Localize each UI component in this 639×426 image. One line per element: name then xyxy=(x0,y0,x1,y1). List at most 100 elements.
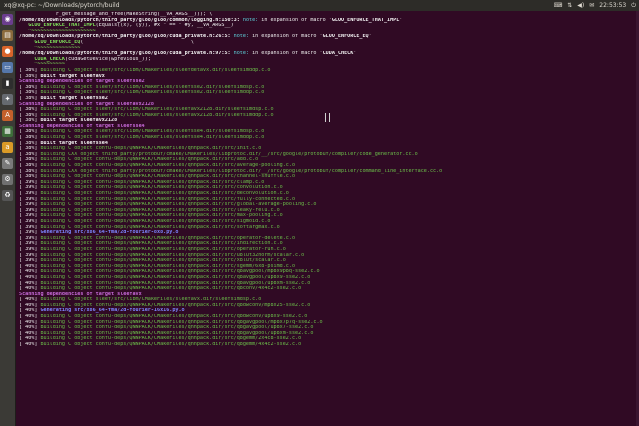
terminal-text: Scanning dependencies of target sleefavx… xyxy=(19,101,154,107)
terminal-text: Building C object sleef/src/libm/CMakeFi… xyxy=(40,112,274,118)
terminal-text: Building C object confu-deps/QNNPACK/CMa… xyxy=(40,286,302,292)
terminal-text: [ 38%] xyxy=(19,73,41,79)
terminal-text: Built target sleefavx2128 xyxy=(40,118,118,124)
terminal-text: Building C object sleef/src/libm/CMakeFi… xyxy=(40,297,262,303)
terminal-text: Building C object sleef/src/libm/CMakeFi… xyxy=(40,135,265,141)
terminal-text: Building C object confu-deps/QNNPACK/CMa… xyxy=(40,325,314,331)
terminal-text: [ 40%] xyxy=(19,336,41,342)
terminal-text: Building C object confu-deps/QNNPACK/CMa… xyxy=(40,274,311,280)
terminal-text: [ 40%] xyxy=(19,302,41,308)
terminal-text: note: xyxy=(242,17,262,23)
terminal-text: [ 39%] xyxy=(19,196,41,202)
terminal-text: [ 38%] xyxy=(19,151,41,157)
terminal-text: [ 40%] xyxy=(19,280,41,286)
keyboard-icon[interactable]: ⌨ xyxy=(554,0,563,11)
terminal-text: Building C object confu-deps/QNNPACK/CMa… xyxy=(40,258,286,264)
terminal-text: Building C object confu-deps/QNNPACK/CMa… xyxy=(40,163,296,169)
terminal-text: Built target sleefavx xyxy=(40,73,105,79)
mail-icon[interactable]: ✉ xyxy=(589,0,594,11)
terminal-text: Building C object confu-deps/QNNPACK/CMa… xyxy=(40,157,259,163)
document-icon[interactable]: ▭ xyxy=(2,62,13,73)
store-icon[interactable]: A xyxy=(2,110,13,121)
terminal-text: [ 40%] xyxy=(19,263,41,269)
terminal-text: Building CXX object third_party/protobuf… xyxy=(40,168,443,174)
terminal-text: note: xyxy=(233,34,253,40)
terminal-text: Generating src/x86_64-fma/2d-fourier-16x… xyxy=(40,308,185,314)
files-icon[interactable]: ▤ xyxy=(2,30,13,41)
firefox-icon[interactable]: ● xyxy=(2,46,13,57)
dash-icon[interactable]: ◉ xyxy=(2,14,13,25)
top-panel: xq@xq-pc: ~/Downloads/pytorch/build ⌨ ⇅ … xyxy=(0,0,639,11)
trash-icon[interactable]: ♻ xyxy=(2,190,13,201)
settings-icon[interactable]: ✦ xyxy=(2,94,13,105)
terminal-text: [ 39%] xyxy=(19,258,41,264)
terminal-text: [ 39%] xyxy=(19,224,41,230)
network-icon[interactable]: ⇅ xyxy=(567,0,572,11)
terminal-text: [ 39%] xyxy=(19,185,41,191)
terminal-text: Building C object sleef/src/libm/CMakeFi… xyxy=(40,90,265,96)
text-cursor-icon xyxy=(325,113,330,122)
terminal-text: ^~~~~~~~~~~~~~~ xyxy=(19,45,81,51)
terminal-text: r_get_message_and_free(MakeString(__VA_A… xyxy=(19,12,213,17)
terminal-text: [ 38%] xyxy=(19,157,41,163)
terminal-text: [ 40%] xyxy=(19,342,41,348)
terminal-text: GLOO_ENFORCE_THAT_IMPL xyxy=(28,23,96,29)
terminal-text: [ 39%] xyxy=(19,179,41,185)
terminal-text: in expansion of macro xyxy=(261,17,329,23)
terminal-text: ^~~~~~~~~~ xyxy=(19,62,66,68)
terminal-window[interactable]: r_get_message_and_free(MakeString(__VA_A… xyxy=(16,11,639,426)
terminal-line: [ 40%] Building C object confu-deps/QNNP… xyxy=(19,342,635,348)
terminal-text: [ 38%] xyxy=(19,168,41,174)
gear-icon[interactable]: ⚙ xyxy=(2,174,13,185)
terminal-text: [ 39%] xyxy=(19,202,41,208)
terminal-text: [ 40%] xyxy=(19,274,41,280)
terminal-text: [ 39%] xyxy=(19,235,41,241)
terminal-text: ( \ xyxy=(80,39,194,45)
terminal-text: Scanning dependencies of target sleefsse… xyxy=(19,123,145,129)
terminal-text: [ 39%] xyxy=(19,252,41,258)
terminal-text: Building C object confu-deps/QNNPACK/CMa… xyxy=(40,146,262,152)
clock[interactable]: 22:53:53 xyxy=(599,0,626,11)
terminal-text: (Equals((x), (y)), #x " == " #y, __VA_AR… xyxy=(95,23,234,29)
terminal-text: [ 38%] xyxy=(19,174,41,180)
terminal-text: Building C object confu-deps/QNNPACK/CMa… xyxy=(40,191,289,196)
window-title: xq@xq-pc: ~/Downloads/pytorch/build xyxy=(4,2,120,9)
terminal-text: [ 39%] xyxy=(19,191,41,196)
terminal-text: Building C object confu-deps/QNNPACK/CMa… xyxy=(40,185,283,191)
terminal-text: [ 38%] xyxy=(19,135,41,141)
terminal-text: GLOO_ENFORCE_EQ xyxy=(34,39,81,45)
terminal-text: in expansion of macro xyxy=(252,51,320,57)
terminal-text: ^~~~~~~~~~~~~~~~~~~~~~ xyxy=(19,28,96,34)
terminal-text: /home/xq/Downloads/pytorch/third_party/g… xyxy=(19,51,234,57)
terminal-text: [ 38%] xyxy=(19,118,41,124)
terminal-text: Building C object confu-deps/QNNPACK/CMa… xyxy=(40,342,302,348)
terminal-text: /home/xq/Downloads/pytorch/third_party/g… xyxy=(19,34,234,40)
launcher-sidebar: ◉ ▤ ● ▭ ▮ ✦ A ▦ a ✎ ⚙ ♻ xyxy=(0,11,16,426)
terminal-text: [ 40%] xyxy=(19,325,41,331)
volume-icon[interactable]: ◀) xyxy=(577,0,584,11)
terminal-text: [ 39%] xyxy=(19,230,41,236)
terminal-text: [ 38%] xyxy=(19,163,41,169)
text-editor-icon[interactable]: ✎ xyxy=(2,158,13,169)
terminal-text: [ 38%] xyxy=(19,129,41,135)
photos-icon[interactable]: ▦ xyxy=(2,126,13,137)
amazon-icon[interactable]: a xyxy=(2,142,13,153)
terminal-text: [ 38%] xyxy=(19,146,41,152)
terminal-text: [ 39%] xyxy=(19,213,41,219)
terminal-text: Building C object confu-deps/QNNPACK/CMa… xyxy=(40,235,296,241)
terminal-text: Building C object sleef/src/libm/CMakeFi… xyxy=(40,107,274,113)
terminal-text: Building C object confu-deps/QNNPACK/CMa… xyxy=(40,224,280,230)
terminal-text: in expansion of macro xyxy=(252,34,320,40)
terminal-text: Building C object confu-deps/QNNPACK/CMa… xyxy=(40,174,296,180)
terminal-text: Built target sleefsse2 xyxy=(40,95,108,101)
terminal-text: [ 40%] xyxy=(19,319,41,325)
terminal-text: [ 39%] xyxy=(19,207,41,213)
terminal-text: Building C object confu-deps/QNNPACK/CMa… xyxy=(40,207,280,213)
terminal-output: r_get_message_and_free(MakeString(__VA_A… xyxy=(19,12,635,348)
terminal-text: Building C object confu-deps/QNNPACK/CMa… xyxy=(40,252,305,258)
power-icon[interactable]: ⏻ xyxy=(631,0,636,11)
terminal-text: [ 38%] xyxy=(19,67,41,73)
terminal-icon[interactable]: ▮ xyxy=(2,78,13,89)
